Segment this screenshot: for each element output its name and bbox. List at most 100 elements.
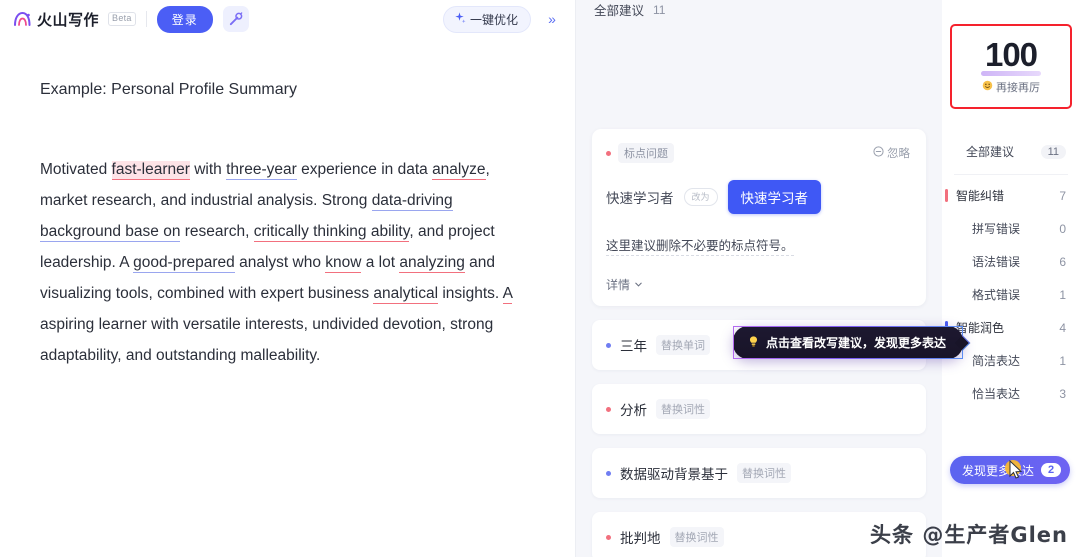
text-seg: experience in data — [296, 161, 433, 178]
suggestion-pane: 全部建议 11 标点问题 忽略 快速学习者 改为 快速学习者 这里建议删除不必要… — [576, 0, 964, 557]
list-item-word: 数据驱动背景基于 — [620, 467, 728, 482]
severity-dot-icon — [606, 470, 611, 476]
toolbar-divider — [145, 11, 147, 27]
document-title: Example: Personal Profile Summary — [40, 81, 297, 98]
text-seg: research, — [180, 223, 254, 240]
suggestion-list[interactable]: 标点问题 忽略 快速学习者 改为 快速学习者 这里建议删除不必要的标点符号。 详… — [576, 19, 964, 557]
category-count: 6 — [1059, 254, 1066, 269]
rewrite-hint-tooltip: 点击查看改写建议，发现更多表达 — [733, 326, 964, 359]
category-smart-correction[interactable]: 智能纠错 7 — [942, 179, 1080, 212]
category-count: 1 — [1059, 287, 1066, 302]
error-span-fast-learner[interactable]: fast-learner — [111, 161, 190, 180]
category-color-bar — [945, 189, 948, 202]
app-root: 火山写作 Beta 登录 一键优化 » Example: Personal Pr… — [0, 0, 1080, 557]
error-span-analyzing[interactable]: analyzing — [399, 254, 465, 273]
category-label: 恰当表达 — [972, 387, 1021, 401]
category-label: 拼写错误 — [972, 222, 1021, 236]
category-grammar-error[interactable]: 语法错误 6 — [942, 245, 1080, 278]
suggestion-description: 这里建议删除不必要的标点符号。 — [606, 235, 794, 256]
volcano-logo-icon — [12, 9, 32, 29]
category-label: 简洁表达 — [972, 354, 1021, 368]
suggestion-pane-header: 全部建议 11 — [576, 0, 942, 19]
category-label: 智能润色 — [956, 321, 1005, 335]
one-click-optimize-button[interactable]: 一键优化 — [442, 5, 531, 33]
one-click-optimize-label: 一键优化 — [469, 12, 518, 27]
category-label: 全部建议 — [966, 145, 1015, 159]
severity-dot-icon — [606, 342, 611, 348]
score-underline-decoration — [981, 71, 1041, 76]
apply-suggestion-button[interactable]: 快速学习者 — [727, 180, 822, 214]
suggestion-card-header: 标点问题 忽略 — [606, 143, 910, 163]
category-divider — [954, 174, 1068, 175]
error-span-know[interactable]: know — [325, 254, 362, 273]
score-highlight-box: 100 再接再厉 — [950, 24, 1072, 109]
category-count: 0 — [1059, 221, 1066, 236]
editor-toolbar: 火山写作 Beta 登录 一键优化 » — [0, 0, 575, 38]
suggestion-card[interactable]: 标点问题 忽略 快速学习者 改为 快速学习者 这里建议删除不必要的标点符号。 详… — [592, 129, 926, 306]
text-seg: insights. — [438, 285, 503, 302]
severity-dot-icon — [606, 150, 611, 156]
error-span-article-a[interactable]: A — [502, 285, 513, 304]
beta-badge: Beta — [108, 12, 136, 26]
suggestion-details-toggle[interactable]: 详情 — [606, 276, 910, 293]
ignore-label: 忽略 — [887, 148, 910, 160]
discover-more-expressions-button[interactable]: 发现更多表达 2 — [950, 456, 1071, 484]
text-seg: with — [189, 161, 227, 178]
category-count: 7 — [1059, 188, 1066, 203]
list-item[interactable]: 数据驱动背景基于 替换词性 — [592, 448, 926, 498]
text-seg: aspiring learner with versatile interest… — [40, 316, 494, 364]
list-item-word: 批判地 — [620, 531, 661, 546]
suggestions-header-label: 全部建议 — [594, 4, 645, 18]
brand-name: 火山写作 — [37, 11, 100, 29]
suggestion-card-tag-row: 标点问题 — [606, 143, 674, 163]
document-body[interactable]: Motivated fast-learner with three-year e… — [40, 154, 531, 371]
polish-span-three-year[interactable]: three-year — [226, 161, 297, 180]
brand: 火山写作 Beta — [12, 9, 136, 30]
suggestion-type-tag: 标点问题 — [618, 143, 674, 163]
toolbar-right-group: 一键优化 » — [442, 0, 565, 38]
magic-wand-icon[interactable] — [222, 6, 249, 32]
ignore-button[interactable]: 忽略 — [873, 145, 910, 161]
category-label: 格式错误 — [972, 288, 1021, 302]
list-item-kind: 替换词性 — [656, 399, 710, 419]
list-item-word: 三年 — [620, 339, 647, 354]
login-button[interactable]: 登录 — [156, 5, 213, 33]
category-all-suggestions[interactable]: 全部建议 11 — [942, 135, 1080, 168]
severity-dot-icon — [606, 534, 611, 540]
discover-label: 发现更多表达 — [962, 463, 1035, 478]
error-span-analyze[interactable]: analyze — [432, 161, 486, 180]
category-count: 11 — [1040, 144, 1066, 159]
score-value: 100 — [984, 36, 1038, 73]
text-seg: analyst who — [234, 254, 326, 271]
change-to-arrow-icon: 改为 — [683, 188, 718, 206]
category-label: 语法错误 — [972, 255, 1021, 269]
polish-span-good-prepared[interactable]: good-prepared — [133, 254, 235, 273]
error-span-critically-thinking[interactable]: critically thinking ability — [253, 223, 410, 242]
list-item-kind: 替换单词 — [656, 335, 710, 355]
document-area[interactable]: Example: Personal Profile Summary Motiva… — [0, 38, 575, 557]
score-panel: 100 再接再厉 全部建议 11 智能纠错 7 拼写错误 0 语法错误 6 格式… — [942, 0, 1080, 557]
lightbulb-icon — [747, 335, 760, 351]
rewrite-hint-text: 点击查看改写建议，发现更多表达 — [766, 336, 947, 350]
category-count: 1 — [1059, 353, 1066, 368]
chevron-down-icon — [634, 278, 643, 292]
score-status-text: 再接再厉 — [996, 82, 1040, 94]
category-appropriate-expression[interactable]: 恰当表达 3 — [942, 377, 1080, 410]
category-list: 全部建议 11 智能纠错 7 拼写错误 0 语法错误 6 格式错误 1 智能润色… — [942, 135, 1080, 410]
smiley-icon — [982, 80, 993, 94]
details-label: 详情 — [606, 278, 631, 292]
replacement-row: 快速学习者 改为 快速学习者 — [606, 180, 910, 214]
category-label: 智能纠错 — [956, 189, 1005, 203]
discover-badge-count: 2 — [1041, 463, 1062, 477]
text-seg: a lot — [361, 254, 400, 271]
sparkle-icon — [453, 11, 466, 27]
list-item-word: 分析 — [620, 403, 647, 418]
category-spelling-error[interactable]: 拼写错误 0 — [942, 212, 1080, 245]
category-format-error[interactable]: 格式错误 1 — [942, 278, 1080, 311]
list-item-kind: 替换词性 — [737, 463, 791, 483]
double-chevron-right-icon[interactable]: » — [539, 6, 565, 32]
error-span-analytical[interactable]: analytical — [373, 285, 439, 304]
watermark: 头条 @生产者Glen — [870, 523, 1068, 547]
editor-pane: 火山写作 Beta 登录 一键优化 » Example: Personal Pr… — [0, 0, 576, 557]
list-item[interactable]: 分析 替换词性 — [592, 384, 926, 434]
